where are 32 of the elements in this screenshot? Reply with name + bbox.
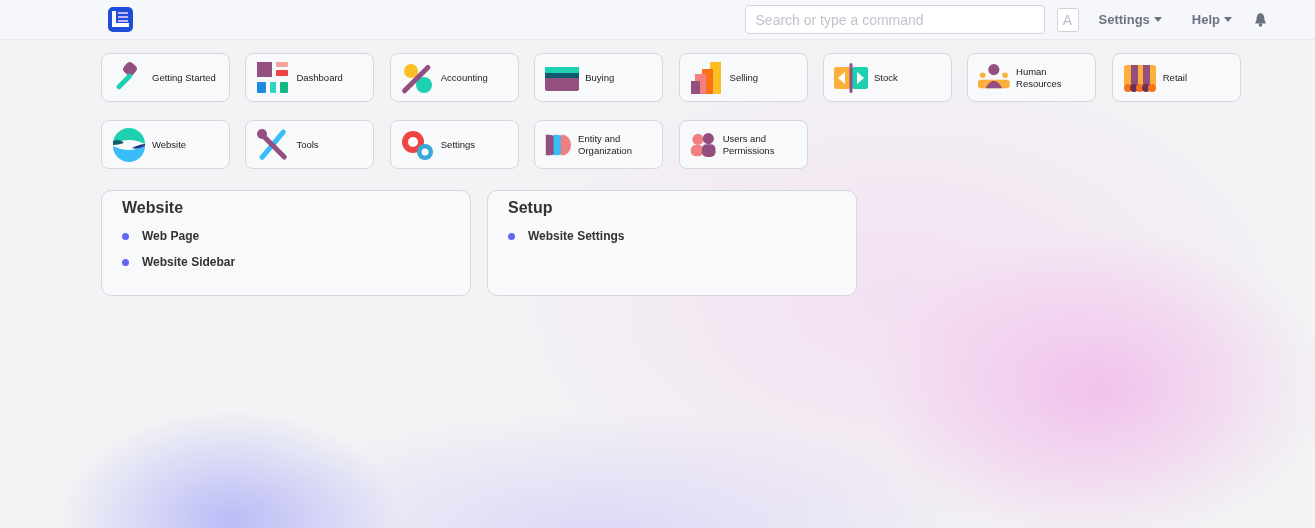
card-link[interactable]: Website Sidebar	[142, 255, 236, 269]
bullet-dot	[122, 258, 129, 266]
module-tile[interactable]: Tools	[245, 120, 375, 169]
module-tile[interactable]: Buying	[534, 53, 664, 102]
caret-icon	[1153, 17, 1162, 22]
module-tile[interactable]: Getting Started	[101, 53, 230, 102]
caret-icon	[1224, 17, 1232, 22]
card-title: Setup	[508, 199, 554, 217]
dropdown-menu[interactable]: Settings	[1088, 12, 1172, 27]
bullet-dot	[122, 232, 129, 240]
bell-icon[interactable]	[1254, 12, 1267, 27]
stock-arrows-icon	[833, 60, 868, 95]
card-title: Website	[122, 199, 185, 217]
bullet-dot	[508, 232, 515, 240]
module-tile[interactable]: Accounting	[389, 53, 519, 102]
module-tile[interactable]: Entity and Organization	[534, 120, 664, 169]
module-tile[interactable]: Settings	[389, 120, 519, 169]
bar-chart-icon	[689, 60, 724, 95]
module-tile[interactable]: Human Resources	[967, 53, 1097, 102]
module-tile[interactable]: Selling	[678, 53, 808, 102]
search-field[interactable]: Search or type a command	[744, 5, 1045, 34]
module-tile[interactable]: Dashboard	[245, 53, 375, 102]
globe-icon	[112, 127, 146, 162]
module-tile[interactable]: Retail	[1111, 53, 1241, 102]
card-link[interactable]: Website Settings	[528, 229, 625, 243]
card-link[interactable]: Web Page	[142, 229, 200, 243]
module-tile[interactable]: Stock	[822, 53, 952, 102]
logo-icon[interactable]	[108, 7, 133, 32]
dropdown-menu[interactable]: Help	[1181, 12, 1242, 27]
module-tile[interactable]: Users and Permissions	[678, 120, 808, 169]
module-tile[interactable]: Website	[101, 120, 230, 169]
dashboard-icon	[256, 60, 291, 95]
